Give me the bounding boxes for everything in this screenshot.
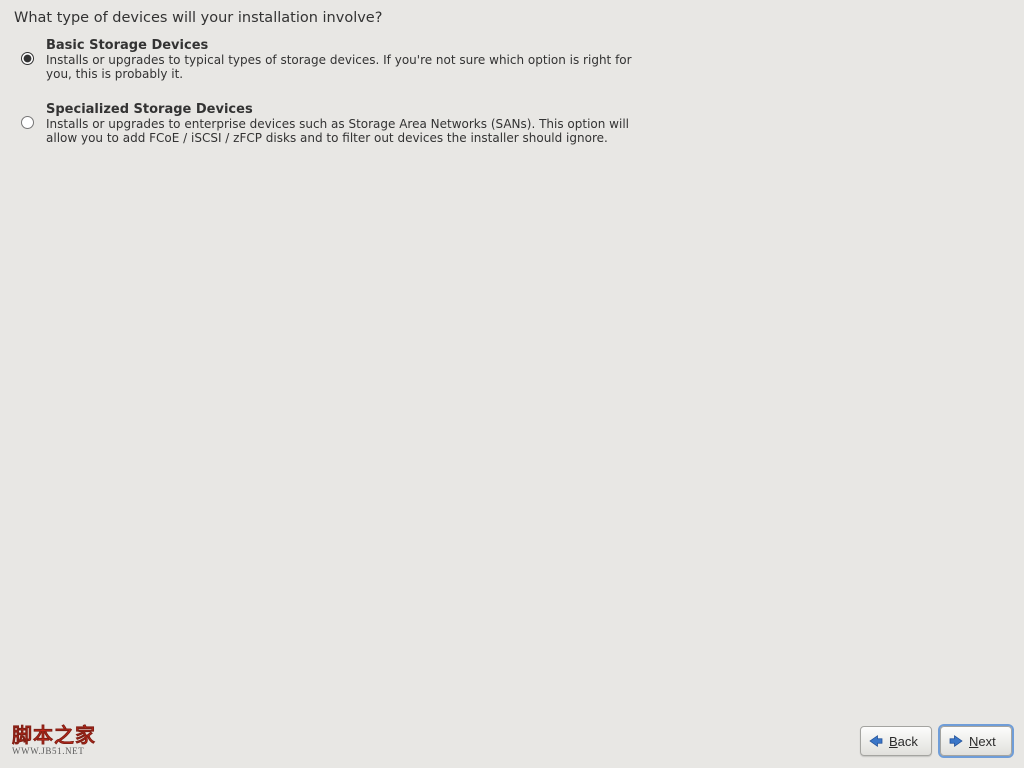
next-button-label: Next xyxy=(969,734,996,749)
watermark-line1: 脚本之家 xyxy=(12,726,96,746)
watermark-line2: WWW.JB51.NET xyxy=(12,747,96,756)
arrow-right-icon xyxy=(947,732,965,750)
back-button[interactable]: Back xyxy=(860,726,932,756)
arrow-left-icon xyxy=(867,732,885,750)
radio-basic-storage[interactable] xyxy=(21,52,34,65)
next-button[interactable]: Next xyxy=(940,726,1012,756)
option-basic-desc: Installs or upgrades to typical types of… xyxy=(46,53,636,82)
page-title: What type of devices will your installat… xyxy=(14,10,1010,26)
watermark: 脚本之家 WWW.JB51.NET xyxy=(12,726,96,756)
radio-specialized-storage[interactable] xyxy=(21,116,34,129)
option-specialized-storage[interactable]: Specialized Storage Devices Installs or … xyxy=(14,102,1010,146)
option-basic-title: Basic Storage Devices xyxy=(46,38,636,53)
option-specialized-title: Specialized Storage Devices xyxy=(46,102,636,117)
main-content: What type of devices will your installat… xyxy=(0,0,1024,146)
footer-buttons: Back Next xyxy=(860,726,1012,756)
back-button-label: Back xyxy=(889,734,918,749)
option-basic-storage[interactable]: Basic Storage Devices Installs or upgrad… xyxy=(14,38,1010,82)
option-specialized-desc: Installs or upgrades to enterprise devic… xyxy=(46,117,636,146)
